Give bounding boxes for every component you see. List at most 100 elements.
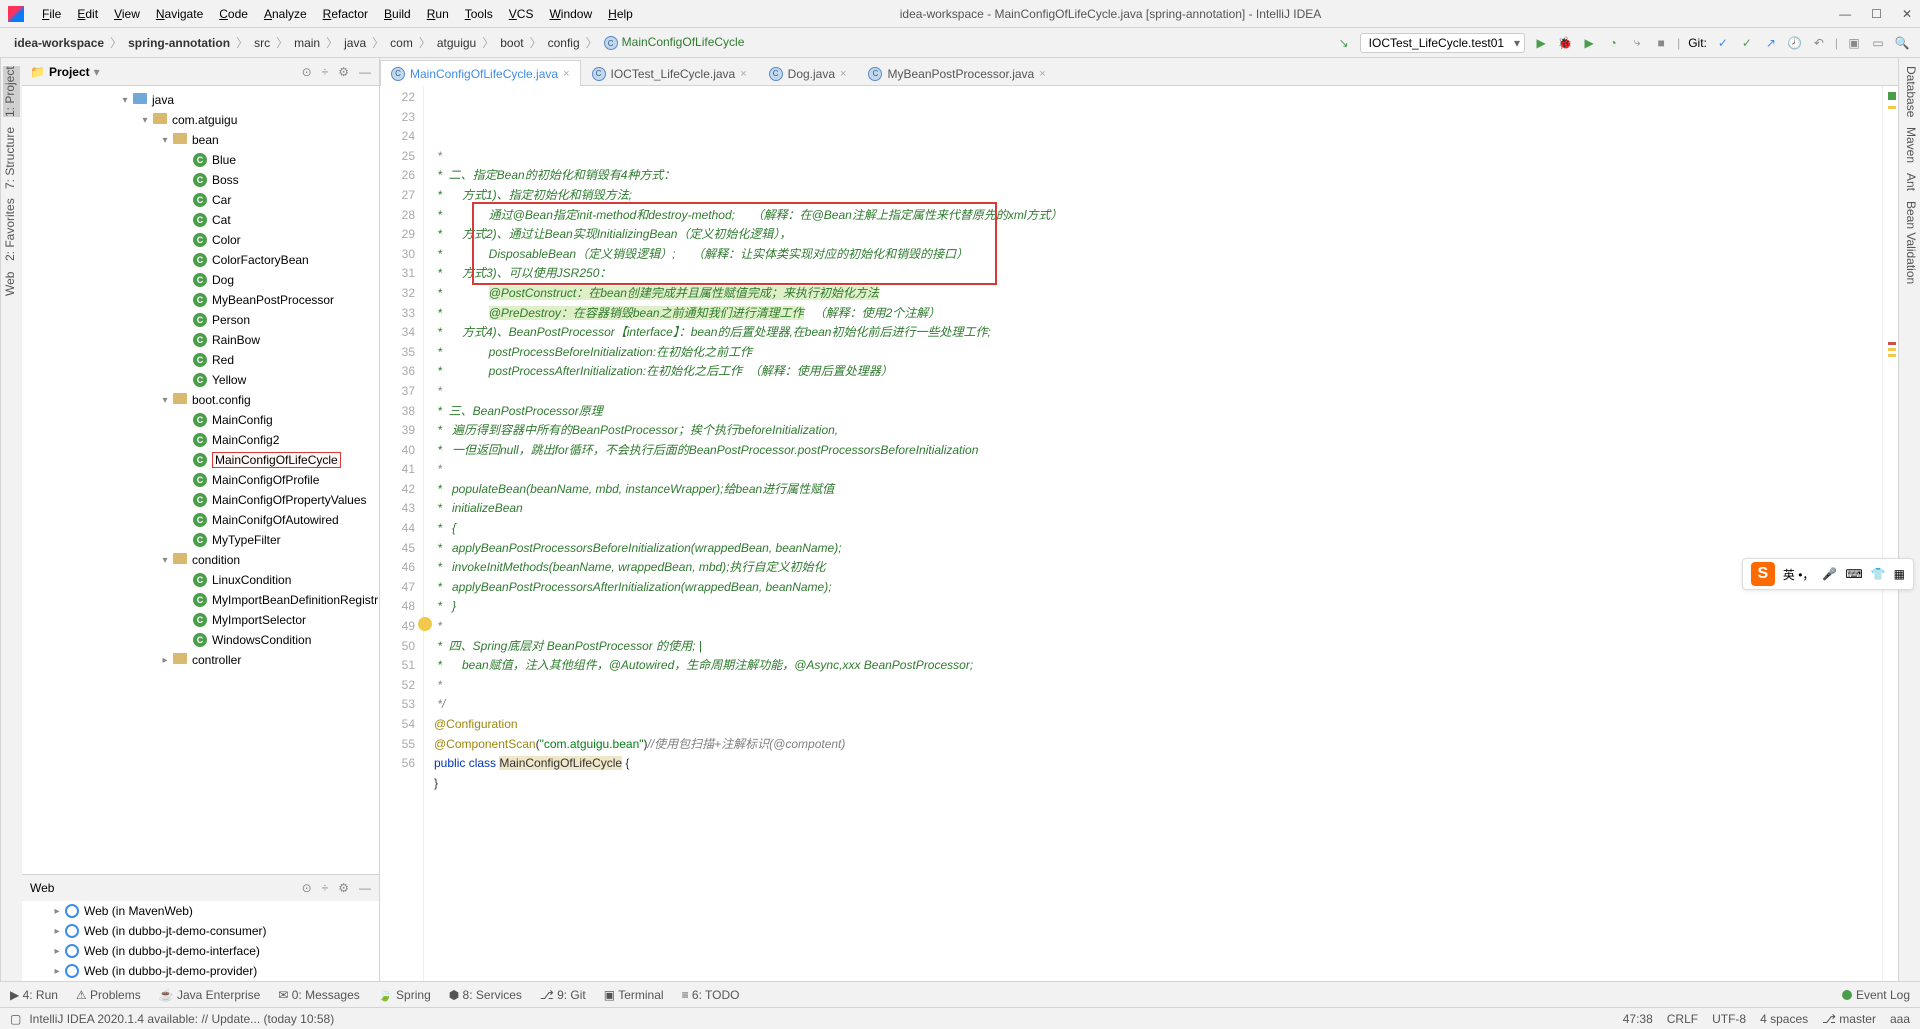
search-everywhere-icon[interactable]: 🔍 [1894,35,1910,51]
toolwindow-button[interactable]: ⬢ 8: Services [449,988,522,1002]
tree-node[interactable]: CMyTypeFilter [22,530,379,550]
menu-run[interactable]: Run [419,7,457,21]
toolwindow-toggle-icon[interactable]: ▢ [10,1012,21,1026]
breadcrumb-item[interactable]: atguigu [433,36,480,50]
tree-node[interactable]: ▾com.atguigu [22,110,379,130]
tree-node[interactable]: CLinuxCondition [22,570,379,590]
git-rollback-icon[interactable]: ↶ [1811,35,1827,51]
ime-keyboard-icon[interactable]: ⌨ [1845,567,1862,581]
tree-node[interactable]: CYellow [22,370,379,390]
tree-node[interactable]: ▾bean [22,130,379,150]
close-tab-icon[interactable]: × [740,68,746,80]
minimize-icon[interactable]: — [1839,7,1851,21]
web-item[interactable]: ▸Web (in dubbo-jt-demo-interface) [22,941,379,961]
locate-icon[interactable]: ⊙ [302,881,312,895]
menu-vcs[interactable]: VCS [501,7,542,21]
breadcrumb-item[interactable]: idea-workspace [10,36,108,50]
tree-node[interactable]: CRed [22,350,379,370]
intention-bulb-icon[interactable] [418,617,432,631]
breadcrumb-item[interactable]: java [340,36,370,50]
editor-tab[interactable]: Dog.java× [758,60,858,86]
code-content[interactable]: * * 二、指定Bean的初始化和销毁有4种方式： * 方式1)、指定初始化和销… [424,86,1882,981]
tree-node[interactable]: ▾condition [22,550,379,570]
stripe-ant[interactable]: Ant [1901,173,1918,191]
git-push-icon[interactable]: ↗ [1763,35,1779,51]
tree-node[interactable]: CMainConfig [22,410,379,430]
status-cell[interactable]: ⎇ master [1822,1012,1876,1026]
toolwindow-button[interactable]: 🍃 Spring [378,988,431,1002]
ime-mode-label[interactable]: 英 •， [1783,566,1815,583]
error-stripe[interactable] [1882,86,1898,981]
hide-icon[interactable]: — [359,65,371,79]
web-item[interactable]: ▸Web (in dubbo-jt-demo-provider) [22,961,379,981]
stripe-maven[interactable]: Maven [1901,127,1918,163]
status-cell[interactable]: aaa [1890,1012,1910,1026]
ime-toolbar[interactable]: S 英 •， 🎤 ⌨ 👕 ▦ [1742,558,1914,590]
tree-node[interactable]: ▾boot.config [22,390,379,410]
menu-navigate[interactable]: Navigate [148,7,211,21]
menu-help[interactable]: Help [600,7,641,21]
editor-tab[interactable]: MyBeanPostProcessor.java× [857,60,1056,86]
ime-grid-icon[interactable]: ▦ [1894,567,1905,581]
tree-node[interactable]: CMainConfigOfProfile [22,470,379,490]
menu-file[interactable]: File [34,7,69,21]
git-commit-icon[interactable]: ✓ [1739,35,1755,51]
tree-node[interactable]: CCat [22,210,379,230]
hide-icon[interactable]: — [359,881,371,895]
stripe-project[interactable]: 1: Project [3,66,20,117]
event-log-button[interactable]: Event Log [1842,988,1910,1002]
stripe-database[interactable]: Database [1901,66,1918,117]
tree-node[interactable]: CMainConfig2 [22,430,379,450]
menu-analyze[interactable]: Analyze [256,7,315,21]
toolwindow-button[interactable]: ✉ 0: Messages [278,988,359,1002]
status-cell[interactable]: UTF-8 [1712,1012,1746,1026]
tree-node[interactable]: CCar [22,190,379,210]
settings-icon[interactable]: ⚙ [338,65,349,79]
toolwindow-button[interactable]: ⚠ Problems [76,988,141,1002]
debug-icon[interactable]: 🐞 [1557,35,1573,51]
collapse-icon[interactable]: ÷ [322,65,329,79]
toolwindow-button[interactable]: ⎇ 9: Git [540,988,586,1002]
status-cell[interactable]: 47:38 [1623,1012,1653,1026]
tree-node[interactable]: CDog [22,270,379,290]
breadcrumb-item[interactable]: boot [496,36,527,50]
collapse-icon[interactable]: ÷ [322,881,329,895]
git-update-icon[interactable]: ✓ [1715,35,1731,51]
tree-node[interactable]: CPerson [22,310,379,330]
stripe-favorites[interactable]: 2: Favorites [3,199,20,262]
toolwindow-button[interactable]: ☕ Java Enterprise [159,988,261,1002]
breadcrumb-item[interactable]: spring-annotation [124,36,234,50]
menu-tools[interactable]: Tools [457,7,501,21]
tree-node[interactable]: CMainConfigOfLifeCycle [22,450,379,470]
maximize-icon[interactable]: ☐ [1871,7,1882,21]
editor-tab[interactable]: MainConfigOfLifeCycle.java× [380,60,581,86]
tree-node[interactable]: CWindowsCondition [22,630,379,650]
tree-node[interactable]: ▾java [22,90,379,110]
ime-person-icon[interactable]: 👕 [1871,567,1886,581]
tree-node[interactable]: CColor [22,230,379,250]
profile-icon[interactable]: ◔ [1605,35,1621,51]
stop-icon[interactable]: ■ [1653,35,1669,51]
tree-node[interactable]: CMyBeanPostProcessor [22,290,379,310]
ide-search-icon[interactable]: ▭ [1870,35,1886,51]
menu-build[interactable]: Build [376,7,419,21]
web-item[interactable]: ▸Web (in MavenWeb) [22,901,379,921]
close-tab-icon[interactable]: × [1039,68,1045,80]
web-tree[interactable]: ▸Web (in MavenWeb) ▸Web (in dubbo-jt-demo… [22,901,379,981]
menu-view[interactable]: View [106,7,148,21]
tree-node[interactable]: CMainConifgOfAutowired [22,510,379,530]
tree-node[interactable]: CMyImportSelector [22,610,379,630]
tree-node[interactable]: CBoss [22,170,379,190]
breadcrumb-item[interactable]: src [250,36,274,50]
coverage-icon[interactable]: ▶ [1581,35,1597,51]
close-icon[interactable]: ✕ [1902,7,1912,21]
toolwindow-button[interactable]: ▣ Terminal [604,988,664,1002]
editor-tab[interactable]: IOCTest_LifeCycle.java× [581,60,758,86]
status-message[interactable]: IntelliJ IDEA 2020.1.4 available: // Upd… [29,1012,334,1026]
menu-refactor[interactable]: Refactor [315,7,376,21]
close-tab-icon[interactable]: × [840,68,846,80]
menu-code[interactable]: Code [211,7,256,21]
attach-icon[interactable]: ⤷ [1629,35,1645,51]
breadcrumb-item[interactable]: com [386,36,417,50]
run-config-combo[interactable]: IOCTest_LifeCycle.test01 [1360,33,1525,53]
